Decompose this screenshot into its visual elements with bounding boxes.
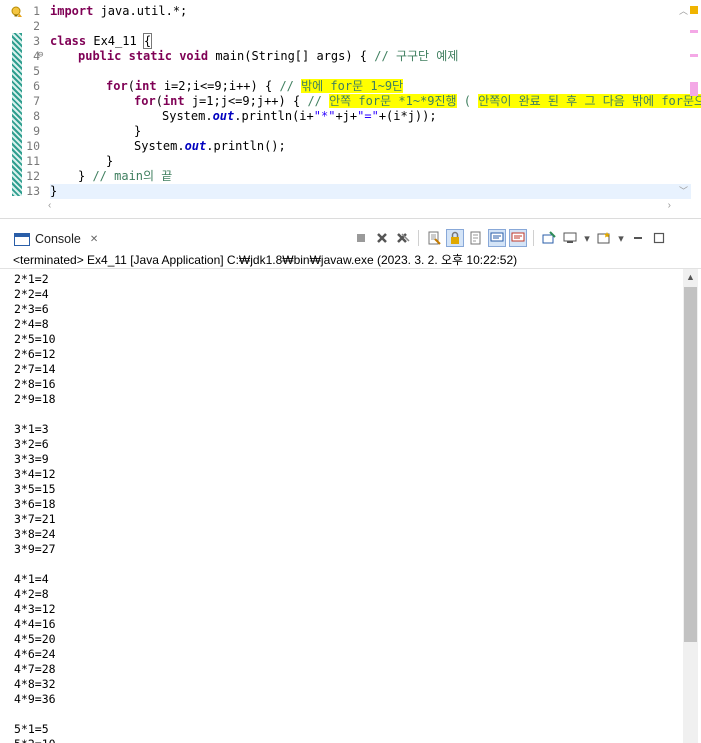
code-line-7: for(int j=1;j<=9;j++) { // 안쪽 for문 *1~*9… — [134, 94, 701, 109]
console-output-line: 2*5=10 — [14, 332, 56, 346]
line-number: 5 — [33, 64, 40, 78]
console-output-line: 3*2=6 — [14, 437, 49, 451]
console-output-line: 5*2=10 — [14, 737, 56, 743]
scroll-right-icon[interactable]: › — [668, 200, 671, 211]
remove-launch-icon[interactable] — [373, 229, 391, 247]
code-line-6: for(int i=2;i<=9;i++) { // 밖에 for문 1~9단 — [106, 79, 404, 93]
console-output-line: 3*5=15 — [14, 482, 56, 496]
console-output-line: 3*9=27 — [14, 542, 56, 556]
editor-horizontal-scrollbar[interactable]: ‹ › — [48, 200, 671, 214]
code-line-13: } — [50, 184, 691, 199]
code-editor[interactable]: 1 2 3 4 5 6 7 8 9 10 11 12 13 ⊖ import java.util.*; … — [0, 0, 701, 219]
code-line-8: System.out.println(i+"*"+j+"="+(i*j)); — [162, 109, 437, 123]
show-console-on-stdout-icon[interactable] — [488, 229, 506, 247]
console-output-line: 2*9=18 — [14, 392, 56, 406]
code-line-12: } // main의 끝 — [78, 169, 173, 183]
line-number: 8 — [33, 109, 40, 123]
console-output[interactable]: 2*1=2 2*2=4 2*3=6 2*4=8 2*5=10 2*6=12 2*7=14 2*… — [0, 269, 682, 743]
open-console-icon[interactable] — [595, 229, 613, 247]
console-output-line: 4*4=16 — [14, 617, 56, 631]
process-status-label: <terminated> Ex4_11 [Java Application] C… — [0, 251, 701, 269]
console-output-line: 2*8=16 — [14, 377, 56, 391]
console-output-line: 4*2=8 — [14, 587, 49, 601]
console-output-line: 4*7=28 — [14, 662, 56, 676]
scroll-lock-icon[interactable] — [446, 229, 464, 247]
editor-gutter: 1 2 3 4 5 6 7 8 9 10 11 12 13 ⊖ — [0, 0, 46, 200]
close-icon[interactable]: ✕ — [90, 234, 98, 245]
code-line-3: class Ex4_11 { — [50, 33, 153, 49]
console-output-line: 2*2=4 — [14, 287, 49, 301]
console-toolbar: ▾ ▾ — [352, 229, 668, 247]
console-output-line: 2*3=6 — [14, 302, 49, 316]
overview-ruler[interactable] — [689, 6, 699, 196]
show-console-on-stderr-icon[interactable] — [509, 229, 527, 247]
console-vertical-scrollbar[interactable]: ▲ — [683, 269, 698, 743]
console-output-line: 4*9=36 — [14, 692, 56, 706]
scroll-down-icon[interactable]: ﹀ — [679, 184, 688, 197]
lightbulb-warning-icon[interactable] — [11, 5, 23, 17]
minimize-icon[interactable] — [629, 229, 647, 247]
console-output-line: 4*3=12 — [14, 602, 56, 616]
chevron-down-icon[interactable]: ▾ — [616, 229, 626, 247]
console-tab-label: Console — [35, 232, 81, 246]
warning-marker-icon[interactable] — [690, 6, 698, 14]
console-output-line: 2*1=2 — [14, 272, 49, 286]
chevron-down-icon[interactable]: ▾ — [582, 229, 592, 247]
console-output-line: 3*8=24 — [14, 527, 56, 541]
change-marker[interactable] — [690, 82, 698, 96]
line-number: 11 — [26, 154, 40, 168]
console-output-line: 3*3=9 — [14, 452, 49, 466]
console-output-line: 3*7=21 — [14, 512, 56, 526]
code-line-4: public static void main(String[] args) {… — [78, 49, 459, 63]
console-output-line: 4*6=24 — [14, 647, 56, 661]
line-number: 2 — [33, 19, 40, 33]
scrollbar-thumb[interactable] — [684, 287, 697, 642]
console-output-line: 3*4=12 — [14, 467, 56, 481]
console-output-line: 4*8=32 — [14, 677, 56, 691]
console-output-line: 3*6=18 — [14, 497, 56, 511]
line-number: 9 — [33, 124, 40, 138]
console-icon — [14, 232, 30, 246]
display-selected-console-icon[interactable] — [561, 229, 579, 247]
console-output-line: 5*1=5 — [14, 722, 49, 736]
line-number: 1 — [33, 4, 40, 18]
code-text-area[interactable]: import java.util.*; class Ex4_11 { publi… — [50, 4, 701, 199]
quick-diff-change-bar — [12, 33, 22, 196]
line-number: 10 — [26, 139, 40, 153]
word-wrap-icon[interactable] — [467, 229, 485, 247]
code-line-10: System.out.println(); — [134, 139, 286, 153]
change-marker[interactable] — [690, 30, 698, 33]
console-output-line: 4*5=20 — [14, 632, 56, 646]
console-output-line: 2*4=8 — [14, 317, 49, 331]
change-marker[interactable] — [690, 54, 698, 57]
clear-console-icon[interactable] — [425, 229, 443, 247]
pin-console-icon[interactable] — [540, 229, 558, 247]
code-line-1: import java.util.*; — [50, 4, 188, 18]
line-number: 3 — [33, 34, 40, 48]
scroll-up-icon[interactable]: ︿ — [679, 4, 688, 17]
console-output-line: 4*1=4 — [14, 572, 49, 586]
line-number: 7 — [33, 94, 40, 108]
remove-all-terminated-icon[interactable] — [394, 229, 412, 247]
code-line-9: } — [134, 124, 142, 138]
line-number: 13 — [26, 184, 40, 198]
line-number: 6 — [33, 79, 40, 93]
maximize-icon[interactable] — [650, 229, 668, 247]
terminate-icon[interactable] — [352, 229, 370, 247]
console-output-line: 3*1=3 — [14, 422, 49, 436]
scroll-left-icon[interactable]: ‹ — [48, 200, 51, 211]
scroll-up-icon[interactable]: ▲ — [686, 272, 695, 282]
line-number: 12 — [26, 169, 40, 183]
code-line-11: } — [106, 154, 114, 168]
tab-console[interactable]: Console ✕ — [14, 229, 98, 249]
console-output-line: 2*7=14 — [14, 362, 56, 376]
console-output-line: 2*6=12 — [14, 347, 56, 361]
fold-collapse-icon[interactable]: ⊖ — [38, 48, 43, 63]
